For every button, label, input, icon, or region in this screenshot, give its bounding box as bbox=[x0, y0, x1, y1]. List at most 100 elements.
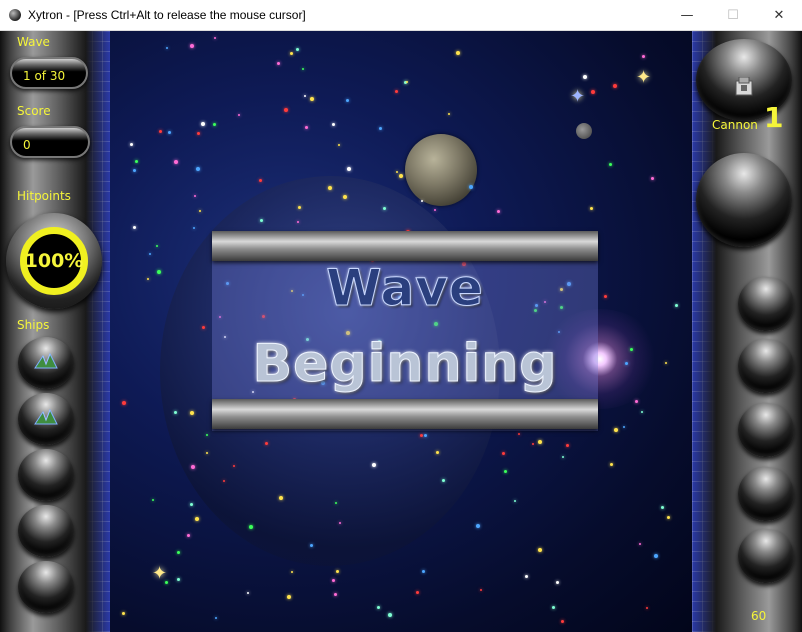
star bbox=[303, 95, 306, 98]
star bbox=[667, 515, 671, 519]
score-value: 0 bbox=[23, 138, 31, 152]
hitpoints-gauge: 100% bbox=[6, 213, 102, 309]
star bbox=[130, 142, 134, 146]
ship-slot bbox=[18, 337, 74, 389]
banner-line-wave: Wave bbox=[326, 259, 484, 318]
weapon-slot-large bbox=[696, 153, 792, 247]
wave-value: 1 of 30 bbox=[23, 69, 66, 83]
star bbox=[395, 170, 398, 173]
star bbox=[284, 107, 289, 112]
star bbox=[501, 452, 505, 456]
sparkle-star: ✦ bbox=[636, 67, 652, 88]
small-moon bbox=[576, 123, 592, 139]
star bbox=[609, 462, 613, 466]
star bbox=[442, 478, 446, 482]
star bbox=[640, 410, 643, 413]
moon bbox=[405, 134, 477, 206]
star bbox=[148, 252, 151, 255]
score-display: 0 bbox=[10, 126, 90, 158]
star bbox=[331, 579, 335, 583]
weapon-slot bbox=[738, 277, 794, 331]
star bbox=[213, 122, 217, 126]
star bbox=[291, 570, 294, 573]
ship-slot bbox=[18, 393, 74, 445]
wave-label: Wave bbox=[17, 35, 50, 49]
star bbox=[331, 122, 335, 126]
star bbox=[305, 125, 309, 129]
ships-label: Ships bbox=[17, 318, 50, 332]
star bbox=[342, 194, 347, 199]
star bbox=[517, 432, 520, 435]
weapon-slot bbox=[738, 403, 794, 457]
star bbox=[337, 143, 340, 146]
star bbox=[513, 499, 516, 502]
cannon-level: 1 bbox=[764, 101, 784, 134]
star bbox=[167, 131, 171, 135]
star bbox=[551, 606, 555, 610]
star bbox=[538, 547, 542, 552]
star bbox=[193, 194, 196, 197]
banner-line-beginning: Beginning bbox=[252, 334, 558, 395]
star bbox=[336, 569, 340, 573]
weapon-slot bbox=[738, 467, 794, 521]
star bbox=[624, 361, 628, 365]
star bbox=[237, 114, 240, 117]
star bbox=[173, 410, 177, 414]
maximize-button[interactable]: ☐ bbox=[710, 0, 756, 31]
hitpoints-label: Hitpoints bbox=[17, 189, 71, 203]
star bbox=[346, 166, 351, 171]
star bbox=[561, 455, 564, 458]
weapon-slot bbox=[738, 339, 794, 393]
minimize-button[interactable]: — bbox=[664, 0, 710, 31]
star bbox=[372, 462, 377, 467]
star bbox=[468, 185, 473, 190]
star bbox=[565, 443, 569, 447]
close-button[interactable]: ✕ bbox=[756, 0, 802, 31]
fps-counter: 60 bbox=[751, 609, 767, 623]
star bbox=[192, 226, 195, 229]
star bbox=[296, 220, 299, 223]
star bbox=[157, 269, 162, 274]
star bbox=[641, 54, 645, 58]
star bbox=[387, 612, 392, 617]
star bbox=[186, 533, 190, 537]
ship-icon bbox=[34, 408, 58, 425]
banner-top-bar bbox=[212, 231, 598, 261]
star bbox=[146, 278, 149, 281]
ship-slot-empty bbox=[18, 561, 74, 613]
star bbox=[376, 605, 380, 609]
star bbox=[232, 464, 235, 467]
star bbox=[196, 132, 200, 136]
star bbox=[258, 178, 262, 182]
sparkle-star: ✦ bbox=[570, 86, 586, 107]
star bbox=[133, 168, 137, 172]
weapon-slot bbox=[738, 529, 794, 583]
star bbox=[189, 410, 194, 415]
star bbox=[198, 210, 201, 213]
star bbox=[122, 400, 127, 405]
star bbox=[560, 619, 564, 623]
star bbox=[259, 218, 263, 222]
star bbox=[674, 304, 678, 308]
star bbox=[556, 580, 560, 584]
star bbox=[399, 173, 404, 178]
star bbox=[654, 553, 659, 558]
star bbox=[194, 516, 199, 521]
cannon-icon bbox=[735, 77, 753, 96]
game-viewport[interactable]: ✦ ✦ ✦ Wave 1 of 30 Score 0 Hitpoints 100… bbox=[0, 31, 802, 632]
score-label: Score bbox=[17, 104, 51, 118]
title-bar: Xytron - [Press Ctrl+Alt to release the … bbox=[0, 0, 802, 31]
banner-bottom-bar bbox=[212, 399, 598, 429]
ship-slot-empty bbox=[18, 505, 74, 557]
ship-slot-empty bbox=[18, 449, 74, 501]
star bbox=[200, 121, 205, 126]
star bbox=[189, 43, 194, 48]
star bbox=[176, 550, 180, 554]
hitpoints-value: 100% bbox=[24, 250, 84, 272]
app-icon bbox=[9, 9, 21, 21]
cannon-label: Cannon bbox=[712, 118, 758, 132]
star bbox=[334, 501, 337, 504]
sparkle-star: ✦ bbox=[152, 563, 168, 584]
window-controls: — ☐ ✕ bbox=[664, 0, 802, 31]
window-title: Xytron - [Press Ctrl+Alt to release the … bbox=[28, 8, 306, 22]
